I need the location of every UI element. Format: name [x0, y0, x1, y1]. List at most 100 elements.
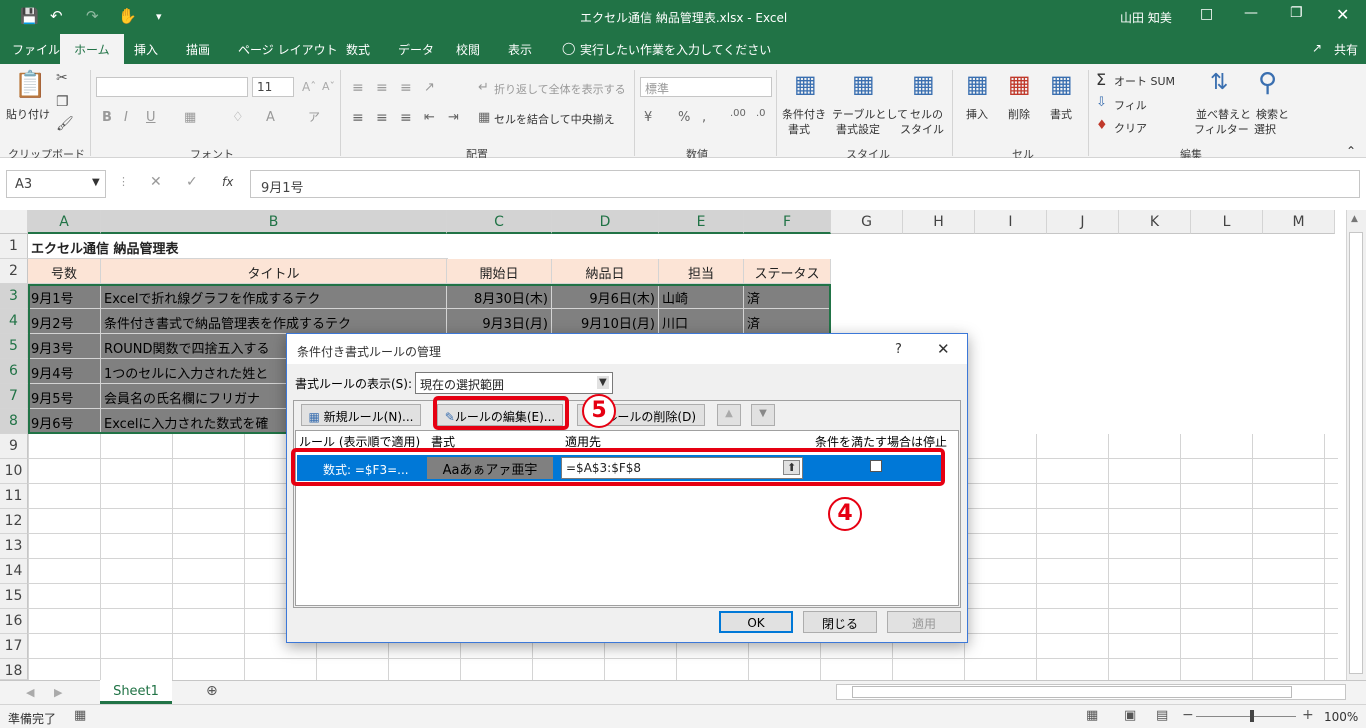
row-header[interactable]: 17	[0, 634, 28, 659]
column-header[interactable]: F	[744, 210, 831, 234]
conditional-format-label-1[interactable]: 条件付き	[782, 106, 826, 122]
table-format-icon[interactable]: ▦	[852, 70, 875, 98]
percent-icon[interactable]: %	[678, 110, 690, 125]
row-header[interactable]: 15	[0, 584, 28, 609]
conditional-format-label-2[interactable]: 書式	[788, 121, 810, 137]
add-sheet-icon[interactable]: ⊕	[206, 683, 218, 699]
row-header[interactable]: 2	[0, 259, 28, 284]
fill-color-icon[interactable]: ♢	[232, 110, 244, 125]
autosum-button[interactable]: オート SUM	[1114, 73, 1175, 89]
row-header[interactable]: 12	[0, 509, 28, 534]
column-header[interactable]: A	[28, 210, 101, 234]
column-header[interactable]: L	[1191, 210, 1263, 234]
row-header[interactable]: 11	[0, 484, 28, 509]
header-cell[interactable]: 開始日	[447, 259, 552, 284]
zoom-level[interactable]: 100%	[1324, 710, 1358, 724]
column-header[interactable]: K	[1119, 210, 1191, 234]
column-header[interactable]: I	[975, 210, 1047, 234]
dialog-close-icon[interactable]: ✕	[937, 340, 950, 358]
zoom-slider[interactable]	[1196, 716, 1296, 717]
zoom-in-icon[interactable]: +	[1302, 707, 1314, 723]
page-layout-view-icon[interactable]: ▣	[1124, 708, 1136, 723]
fill-icon[interactable]: ⇩	[1096, 95, 1107, 110]
currency-icon[interactable]: ¥	[644, 110, 652, 125]
row-header[interactable]: 7	[0, 384, 28, 409]
insert-cells-button[interactable]: 挿入	[966, 106, 988, 122]
cell-style-label-2[interactable]: スタイル	[900, 121, 944, 137]
help-button[interactable]: ?	[895, 342, 902, 357]
find-select-label-2[interactable]: 選択	[1254, 121, 1276, 137]
align-bottom-icon[interactable]: ≡	[400, 80, 412, 96]
italic-icon[interactable]: I	[124, 110, 128, 125]
format-cells-icon[interactable]: ▦	[1050, 70, 1073, 98]
font-size-box[interactable]: 11	[252, 77, 294, 97]
bold-icon[interactable]: B	[102, 110, 112, 125]
cancel-icon[interactable]: ✕	[150, 174, 162, 190]
macro-record-icon[interactable]: ▦	[74, 708, 86, 723]
select-dropdown-icon[interactable]: ▼	[597, 376, 609, 389]
align-middle-icon[interactable]: ≡	[376, 80, 388, 96]
row-header[interactable]: 13	[0, 534, 28, 559]
decrease-decimal-icon[interactable]: .0	[756, 108, 766, 119]
row-header[interactable]: 9	[0, 434, 28, 459]
customize-qat-icon[interactable]: ▾	[156, 10, 162, 23]
align-center-icon[interactable]: ≡	[376, 110, 388, 126]
conditional-format-icon[interactable]: ▦	[794, 70, 817, 98]
select-all[interactable]	[0, 210, 28, 234]
find-select-icon[interactable]: ⚲	[1258, 68, 1277, 98]
share-icon[interactable]: ↗	[1312, 41, 1322, 55]
delete-cells-icon[interactable]: ▦	[1008, 70, 1031, 98]
normal-view-icon[interactable]: ▦	[1086, 708, 1098, 723]
tell-me-box[interactable]: 実行したい作業を入力してください	[580, 41, 771, 58]
header-cell[interactable]: 担当	[659, 259, 744, 284]
save-icon[interactable]: 💾	[20, 7, 39, 25]
paste-label[interactable]: 貼り付け	[6, 106, 50, 122]
move-up-icon[interactable]: ▲	[717, 404, 741, 426]
show-rules-select[interactable]: 現在の選択範囲	[415, 372, 613, 394]
sort-filter-label-1[interactable]: 並べ替えと	[1196, 106, 1251, 122]
ok-button[interactable]: OK	[719, 611, 793, 633]
table-format-label-2[interactable]: 書式設定	[836, 121, 880, 137]
number-format-box[interactable]: 標準	[640, 77, 772, 97]
table-format-label-1[interactable]: テーブルとして	[832, 106, 908, 122]
sheet-prev-icon[interactable]: ◀	[26, 686, 34, 699]
decrease-indent-icon[interactable]: ⇤	[424, 110, 435, 125]
format-cells-button[interactable]: 書式	[1050, 106, 1072, 122]
sheet-tab-sheet1[interactable]: Sheet1	[100, 680, 172, 704]
insert-cells-icon[interactable]: ▦	[966, 70, 989, 98]
column-header[interactable]: C	[447, 210, 552, 234]
close-window-icon[interactable]: ✕	[1336, 5, 1349, 24]
font-name-box[interactable]	[96, 77, 248, 97]
border-icon[interactable]: ▦	[184, 110, 196, 125]
merge-center-button[interactable]: セルを結合して中央揃え	[494, 111, 615, 127]
shrink-font-icon[interactable]: Aˇ	[322, 80, 335, 93]
row-header[interactable]: 8	[0, 409, 28, 434]
tab-review[interactable]: 校閲	[456, 41, 480, 58]
close-button[interactable]: 閉じる	[803, 611, 877, 633]
header-cell[interactable]: タイトル	[101, 259, 447, 284]
row-header[interactable]: 14	[0, 559, 28, 584]
wrap-text-icon[interactable]: ↵	[478, 80, 489, 95]
merge-icon[interactable]: ▦	[478, 110, 490, 125]
wrap-text-button[interactable]: 折り返して全体を表示する	[494, 81, 626, 97]
column-header[interactable]: M	[1263, 210, 1335, 234]
sort-filter-label-2[interactable]: フィルター	[1194, 121, 1249, 137]
zoom-slider-thumb[interactable]	[1250, 710, 1254, 722]
increase-indent-icon[interactable]: ⇥	[448, 110, 459, 125]
header-cell[interactable]: 号数	[28, 259, 101, 284]
row-header[interactable]: 18	[0, 659, 28, 680]
align-left-icon[interactable]: ≡	[352, 110, 364, 126]
redo-icon[interactable]: ↷	[86, 7, 99, 25]
column-header[interactable]: H	[903, 210, 975, 234]
tab-view[interactable]: 表示	[508, 41, 532, 58]
undo-icon[interactable]: ↶	[50, 7, 63, 25]
share-button[interactable]: 共有	[1334, 41, 1358, 58]
formula-input[interactable]: 9月1号	[250, 170, 1360, 198]
autosum-icon[interactable]: Σ	[1096, 70, 1106, 89]
touch-mode-icon[interactable]: ✋	[118, 7, 137, 25]
row-header[interactable]: 3	[0, 284, 28, 309]
minimize-icon[interactable]: —	[1244, 5, 1258, 21]
tab-formulas[interactable]: 数式	[346, 41, 370, 58]
tab-home[interactable]: ホーム	[60, 34, 124, 64]
fill-button[interactable]: フィル	[1114, 97, 1147, 113]
